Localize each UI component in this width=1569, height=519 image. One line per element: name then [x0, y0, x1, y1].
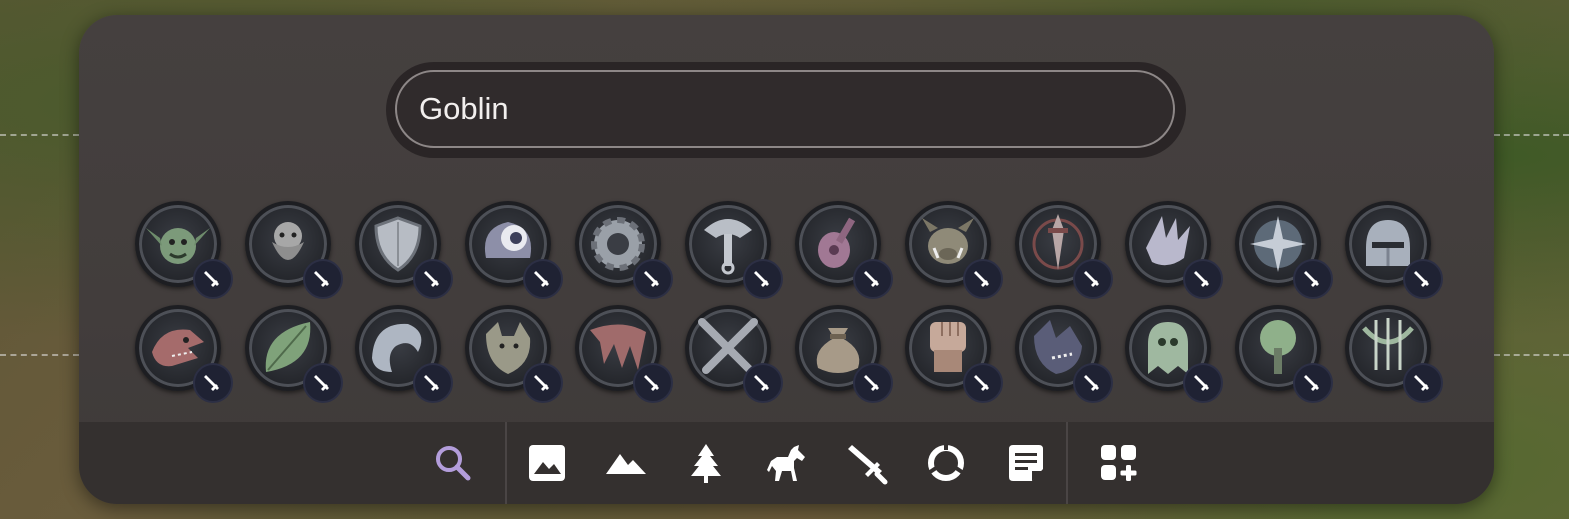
sword-badge-icon: [743, 363, 783, 403]
sword-badge-icon: [193, 259, 233, 299]
coin-bag-token[interactable]: [795, 305, 893, 403]
sword-badge-icon: [853, 363, 893, 403]
map-grid-line: [1494, 354, 1569, 356]
sword-badge-icon: [523, 259, 563, 299]
toolbar-divider: [505, 422, 507, 504]
leaf-token[interactable]: [245, 305, 343, 403]
sword-badge-icon: [633, 363, 673, 403]
sword-badge-icon: [523, 363, 563, 403]
lute-token[interactable]: [795, 201, 893, 299]
ghost-token[interactable]: [1125, 305, 1223, 403]
gear-token[interactable]: [575, 201, 673, 299]
claw-token[interactable]: [1125, 201, 1223, 299]
tree-token[interactable]: [1235, 305, 1333, 403]
sword-badge-icon: [1073, 259, 1113, 299]
sword-badge-icon: [1293, 363, 1333, 403]
goblin-token[interactable]: [135, 201, 233, 299]
helmet-token[interactable]: [1345, 201, 1443, 299]
shield-token[interactable]: [355, 201, 453, 299]
map-grid-line: [0, 354, 79, 356]
boar-token[interactable]: [905, 201, 1003, 299]
bow-token[interactable]: [1345, 305, 1443, 403]
sword-badge-icon: [963, 363, 1003, 403]
sword-badge-icon: [1073, 363, 1113, 403]
dragon-token[interactable]: [135, 305, 233, 403]
search-bar: [386, 62, 1186, 158]
sword-badge-icon: [853, 259, 893, 299]
image-icon[interactable]: [525, 441, 569, 485]
wing-token[interactable]: [575, 305, 673, 403]
search-icon[interactable]: [431, 441, 475, 485]
grapple-token[interactable]: [685, 201, 783, 299]
fist-token[interactable]: [905, 305, 1003, 403]
compass-token[interactable]: [1235, 201, 1333, 299]
horse-icon[interactable]: [764, 441, 808, 485]
sword-badge-icon: [633, 259, 673, 299]
sword-badge-icon: [963, 259, 1003, 299]
crossed-swords-token[interactable]: [685, 305, 783, 403]
sword-badge-icon: [413, 259, 453, 299]
wave-token[interactable]: [355, 305, 453, 403]
toolbar-divider: [1066, 422, 1068, 504]
sword-badge-icon: [303, 259, 343, 299]
note-icon[interactable]: [1004, 441, 1048, 485]
sword-badge-icon: [1293, 259, 1333, 299]
sword-badge-icon: [193, 363, 233, 403]
dagger-token[interactable]: [1015, 201, 1113, 299]
sword-badge-icon: [413, 363, 453, 403]
sword-icon[interactable]: [844, 441, 888, 485]
eye-token[interactable]: [465, 201, 563, 299]
category-toolbar: [79, 422, 1494, 504]
werewolf-token[interactable]: [1015, 305, 1113, 403]
tree-icon[interactable]: [684, 441, 728, 485]
mountains-icon[interactable]: [604, 441, 648, 485]
ring-icon[interactable]: [924, 441, 968, 485]
sword-badge-icon: [1403, 363, 1443, 403]
sword-badge-icon: [1403, 259, 1443, 299]
map-grid-line: [1494, 134, 1569, 136]
add-widgets-icon[interactable]: [1097, 441, 1141, 485]
sword-badge-icon: [743, 259, 783, 299]
search-input[interactable]: [395, 70, 1175, 148]
sword-badge-icon: [1183, 363, 1223, 403]
dwarf-token[interactable]: [245, 201, 343, 299]
map-grid-line: [0, 134, 79, 136]
token-picker-panel: [79, 15, 1494, 504]
sword-badge-icon: [303, 363, 343, 403]
sword-badge-icon: [1183, 259, 1223, 299]
wolf-token[interactable]: [465, 305, 563, 403]
